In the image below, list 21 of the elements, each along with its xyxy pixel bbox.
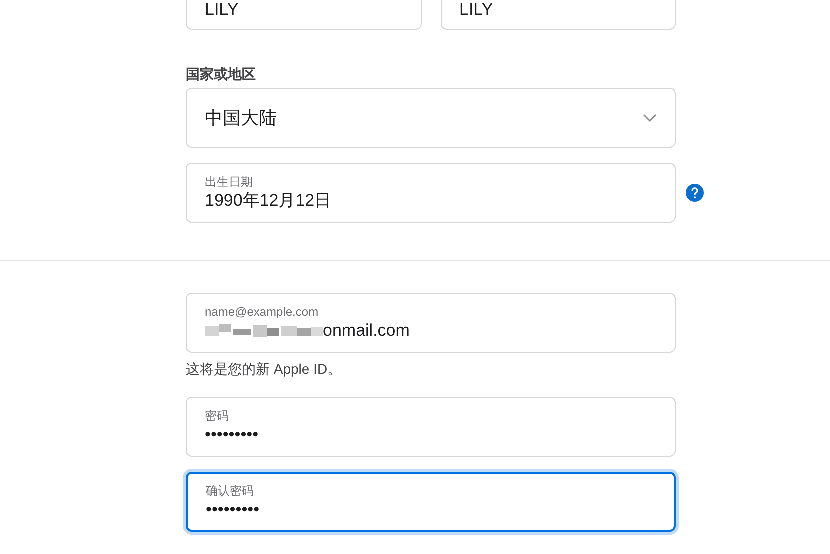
field-label: 出生日期 xyxy=(205,174,254,190)
field-value: ••••••••• xyxy=(205,424,259,446)
field-value: LILY xyxy=(205,0,239,21)
help-icon[interactable] xyxy=(686,184,704,202)
field-label: 确认密码 xyxy=(206,483,255,499)
input-field[interactable]: LILY xyxy=(440,0,676,30)
region-select[interactable]: 中国大陆 xyxy=(186,88,676,148)
chevron-down-icon xyxy=(643,114,657,122)
input-field[interactable]: 确认密码 ••••••••• xyxy=(186,472,676,532)
input-field[interactable]: LILY xyxy=(186,0,422,30)
field-label: name@example.com xyxy=(205,304,320,320)
region-label: 国家或地区 xyxy=(186,66,257,82)
field-value: ••••••••• xyxy=(206,499,260,521)
input-field[interactable]: name@example.com onmail.com xyxy=(186,293,676,353)
input-field[interactable]: 密码 ••••••••• xyxy=(186,397,676,457)
field-value: 1990年12月12日 xyxy=(205,190,332,212)
field-value: LILY xyxy=(460,0,494,21)
hint-text: 这将是您的新 Apple ID。 xyxy=(186,361,343,377)
field-value: onmail.com xyxy=(323,320,410,342)
input-field[interactable]: 出生日期 1990年12月12日 xyxy=(186,163,676,223)
field-label: 密码 xyxy=(205,408,230,424)
